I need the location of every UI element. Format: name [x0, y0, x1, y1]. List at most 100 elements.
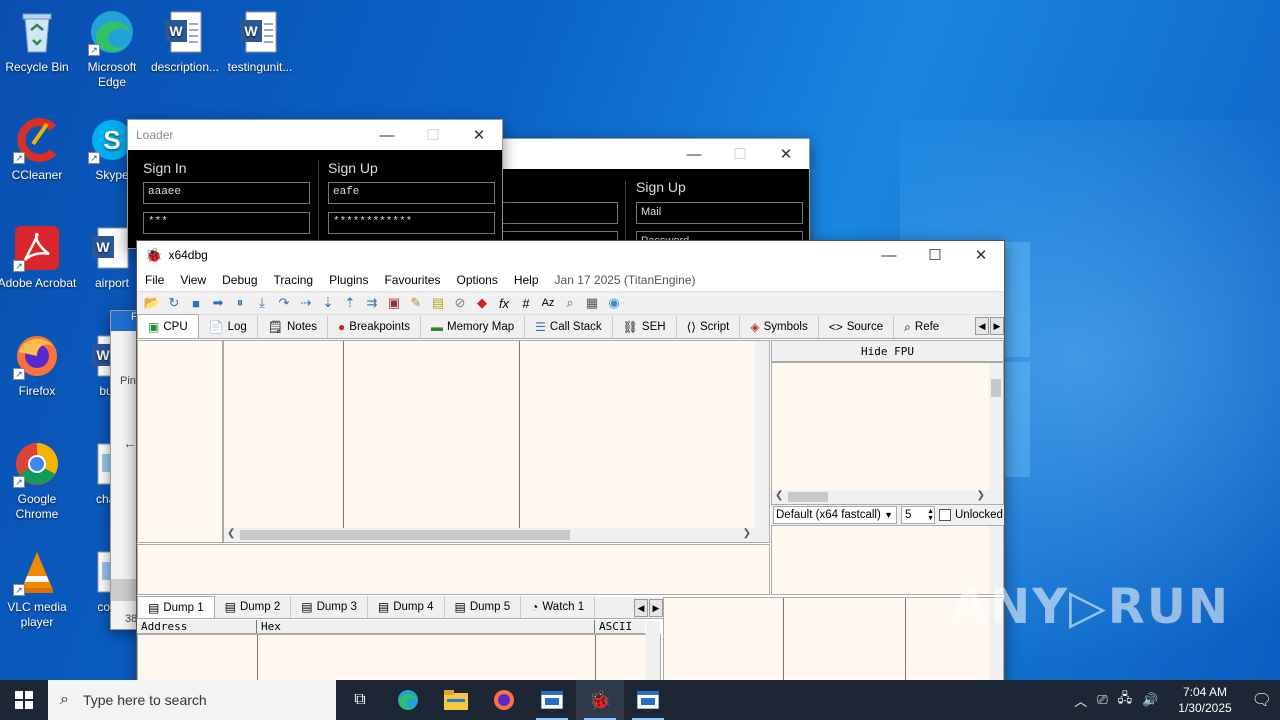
- tab-dump-2[interactable]: ▤ Dump 2: [214, 596, 292, 618]
- dump-pane[interactable]: [137, 621, 661, 680]
- taskbar-app-window-icon[interactable]: [624, 680, 672, 720]
- vertical-scrollbar[interactable]: [755, 341, 769, 528]
- scroll-thumb[interactable]: [991, 379, 1001, 397]
- start-button[interactable]: [0, 680, 48, 720]
- tab-left-arrow-icon[interactable]: ◀: [975, 317, 989, 335]
- scylla-icon[interactable]: ▣: [385, 294, 403, 312]
- comments-icon[interactable]: ▤: [429, 294, 447, 312]
- trace-over-icon[interactable]: ⇣: [319, 294, 337, 312]
- bookmarks-icon[interactable]: ◆: [473, 294, 491, 312]
- labels-icon[interactable]: ⊘: [451, 294, 469, 312]
- horizontal-scrollbar[interactable]: ❮ ❯: [772, 490, 1003, 504]
- network-icon[interactable]: 🖧: [1118, 689, 1133, 711]
- tab-notes[interactable]: 🗒 Notes: [257, 316, 329, 338]
- volume-icon[interactable]: 🔊: [1142, 692, 1158, 708]
- pause-icon[interactable]: ⏸: [231, 294, 249, 312]
- step-into-icon[interactable]: ⤓: [253, 294, 271, 312]
- header-ascii[interactable]: ASCII: [595, 620, 645, 633]
- device-icon[interactable]: ⎚: [1097, 692, 1107, 708]
- unlocked-checkbox[interactable]: [939, 509, 951, 521]
- notification-icon[interactable]: 🗨: [1252, 690, 1272, 710]
- desktop-icon-recycle-bin[interactable]: Recycle Bin: [0, 8, 77, 75]
- menu-favourites[interactable]: Favourites: [384, 273, 440, 287]
- minimize-icon[interactable]: —: [866, 240, 912, 270]
- taskbar-x64dbg-icon[interactable]: 🐞: [576, 680, 624, 720]
- tab-dump-3[interactable]: ▤ Dump 3: [291, 596, 368, 618]
- scroll-left-icon[interactable]: ❮: [227, 528, 235, 539]
- maximize-icon[interactable]: ☐: [410, 120, 456, 150]
- tab-dump-1[interactable]: ▤ Dump 1: [137, 596, 215, 618]
- desktop-icon-description[interactable]: W description...: [145, 8, 225, 75]
- tab-breakpoints[interactable]: ● Breakpoints: [328, 316, 422, 338]
- menu-help[interactable]: Help: [514, 273, 539, 287]
- sign-in-password-field[interactable]: ***: [143, 212, 310, 234]
- mail-field[interactable]: Mail: [636, 202, 803, 224]
- globe-icon[interactable]: ◉: [605, 294, 623, 312]
- tab-dump-4[interactable]: ▤ Dump 4: [367, 596, 445, 618]
- calculator-icon[interactable]: ▦: [583, 294, 601, 312]
- desktop-icon-edge[interactable]: ↗ Microsoft Edge: [72, 8, 152, 90]
- minimize-icon[interactable]: —: [671, 139, 717, 169]
- menu-plugins[interactable]: Plugins: [329, 273, 368, 287]
- close-icon[interactable]: ✕: [958, 240, 1004, 270]
- run-to-user-code-icon[interactable]: ⇉: [363, 294, 381, 312]
- menu-file[interactable]: File: [145, 273, 164, 287]
- registers-pane[interactable]: ❮ ❯: [771, 362, 1004, 505]
- arg-count-stepper[interactable]: 5 ▲ ▼: [901, 506, 935, 524]
- hide-fpu-button[interactable]: Hide FPU: [771, 340, 1004, 362]
- step-over-icon[interactable]: ↷: [275, 294, 293, 312]
- tab-call-stack[interactable]: ☰ Call Stack: [525, 316, 613, 338]
- tab-references[interactable]: ⌕ Refe: [894, 316, 950, 338]
- taskbar-edge-icon[interactable]: [384, 680, 432, 720]
- taskbar-search[interactable]: ⌕ Type here to search: [48, 680, 336, 720]
- tab-seh[interactable]: ⛓ SEH: [612, 316, 677, 338]
- scroll-left-icon[interactable]: ❮: [775, 490, 783, 501]
- strings-icon[interactable]: Az: [539, 294, 557, 312]
- loader-window-back[interactable]: — ☐ ✕ Sign Up Mail Password: [500, 138, 810, 253]
- tab-script[interactable]: ⟨⟩ Script: [676, 316, 741, 338]
- scroll-right-icon[interactable]: ❯: [743, 528, 751, 539]
- sign-up-username-field[interactable]: eafe: [328, 182, 495, 204]
- callconv-select[interactable]: Default (x64 fastcall) ▼: [773, 506, 897, 524]
- tab-cpu[interactable]: ▣ CPU: [137, 314, 199, 338]
- vertical-scrollbar[interactable]: [989, 363, 1003, 490]
- menu-debug[interactable]: Debug: [222, 273, 257, 287]
- info-pane[interactable]: [137, 544, 770, 595]
- menu-options[interactable]: Options: [456, 273, 497, 287]
- sign-in-username-field[interactable]: aaaee: [143, 182, 310, 204]
- chevron-up-icon[interactable]: ︿: [1074, 691, 1087, 710]
- tab-right-arrow-icon[interactable]: ▶: [649, 599, 663, 617]
- tab-right-arrow-icon[interactable]: ▶: [990, 317, 1004, 335]
- execute-till-return-icon[interactable]: ⇡: [341, 294, 359, 312]
- scroll-right-icon[interactable]: ❯: [977, 490, 985, 501]
- desktop-icon-vlc[interactable]: ↗ VLC media player: [0, 548, 77, 630]
- back-arrow-icon[interactable]: ←: [123, 435, 137, 451]
- restart-icon[interactable]: ↻: [165, 294, 183, 312]
- tab-left-arrow-icon[interactable]: ◀: [634, 599, 648, 617]
- header-hex[interactable]: Hex: [257, 620, 595, 633]
- desktop-icon-firefox[interactable]: ↗ Firefox: [0, 332, 77, 399]
- stop-icon[interactable]: ■: [187, 294, 205, 312]
- trace-into-icon[interactable]: ⇢: [297, 294, 315, 312]
- scroll-thumb[interactable]: [240, 530, 570, 540]
- disassembly-pane[interactable]: ❮ ❯: [223, 340, 770, 543]
- menu-view[interactable]: View: [180, 273, 206, 287]
- taskbar-firefox-icon[interactable]: [480, 680, 528, 720]
- tab-watch-1[interactable]: ◔ Watch 1: [521, 596, 596, 618]
- task-view-icon[interactable]: ⧉: [336, 680, 384, 720]
- patch-icon[interactable]: ✎: [407, 294, 425, 312]
- find-icon[interactable]: ⌕: [561, 294, 579, 312]
- tab-symbols[interactable]: ◈ Symbols: [740, 316, 819, 338]
- tab-memory-map[interactable]: ▬ Memory Map: [421, 316, 526, 338]
- cpu-sidebar-pane[interactable]: [137, 340, 223, 543]
- loader-window-front[interactable]: Loader — ☐ ✕ Sign In aaaee *** Sign Up e…: [127, 119, 503, 249]
- x64dbg-window[interactable]: 🐞 x64dbg — ☐ ✕ File View Debug Tracing P…: [136, 240, 1005, 680]
- vertical-scrollbar[interactable]: [646, 621, 660, 680]
- open-icon[interactable]: 📂: [143, 294, 161, 312]
- taskbar-loader-app-icon[interactable]: [528, 680, 576, 720]
- hash-icon[interactable]: #: [517, 294, 535, 312]
- header-address[interactable]: Address: [137, 620, 257, 633]
- close-icon[interactable]: ✕: [763, 139, 809, 169]
- scroll-thumb[interactable]: [788, 492, 828, 502]
- desktop-icon-acrobat[interactable]: ↗ Adobe Acrobat: [0, 224, 77, 291]
